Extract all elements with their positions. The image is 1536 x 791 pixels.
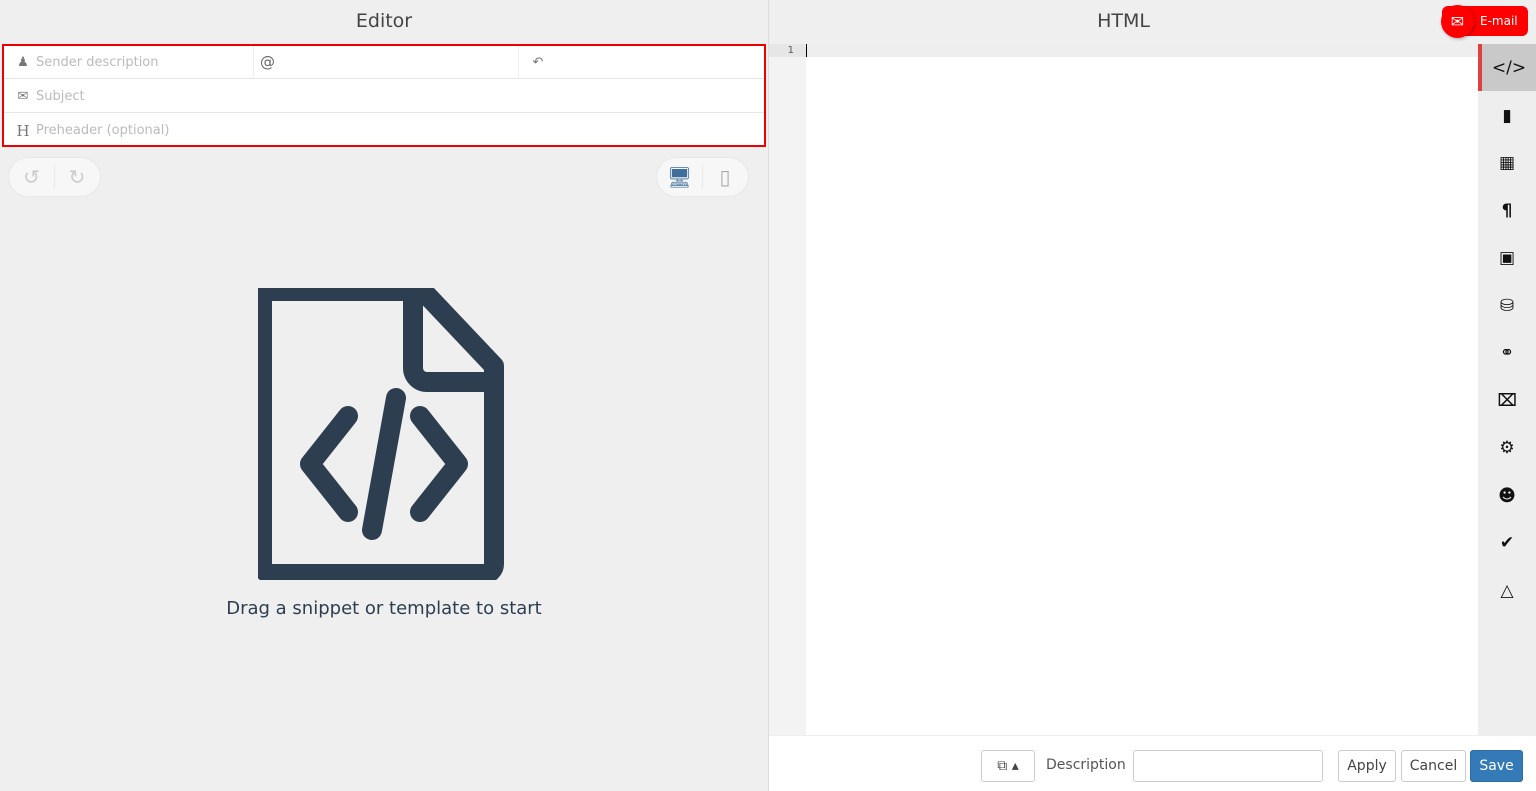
tool-sidebar: </> ▮ ▦ ¶ ▣ ⛁ ⚭ ⌧ ⚙ ☻ ✔ △: [1478, 44, 1536, 735]
reply-icon: ↶: [532, 54, 544, 70]
email-button[interactable]: ✉ E-mail: [1441, 4, 1528, 38]
file-icon[interactable]: ▮: [1478, 92, 1536, 139]
link-icon[interactable]: ⚭: [1478, 329, 1536, 376]
code-icon[interactable]: </>: [1478, 44, 1536, 91]
desktop-view-button[interactable]: 🖥: [657, 165, 702, 189]
device-toggle: 🖥 ▯: [657, 158, 748, 196]
html-title: HTML: [1097, 10, 1150, 32]
code-file-icon: [258, 288, 504, 580]
line-gutter: 1: [769, 44, 806, 735]
active-line: [806, 44, 1478, 57]
redo-button[interactable]: ↻: [54, 165, 99, 189]
image-icon[interactable]: ▣: [1478, 234, 1536, 281]
at-label: @: [260, 53, 275, 71]
copy-icon: ⧉ ▴: [997, 758, 1019, 774]
paragraph-icon[interactable]: ¶: [1478, 187, 1536, 234]
html-code-editor[interactable]: [806, 44, 1478, 735]
mobile-view-button[interactable]: ▯: [702, 165, 747, 189]
database-icon[interactable]: ⛁: [1478, 282, 1536, 329]
users-icon[interactable]: ☻: [1478, 472, 1536, 519]
flask-icon[interactable]: △: [1478, 567, 1536, 614]
envelope-icon: ✉: [1441, 4, 1474, 38]
history-controls: ↺ ↻: [9, 158, 100, 196]
apply-button[interactable]: Apply: [1338, 750, 1396, 782]
sender-description-input[interactable]: Sender description: [36, 55, 159, 70]
heading-icon: H: [16, 121, 30, 140]
undo-button[interactable]: ↺: [9, 165, 54, 189]
empty-state-message: Drag a snippet or template to start: [226, 598, 542, 619]
check-icon[interactable]: ✔: [1478, 519, 1536, 566]
user-icon: ♟: [17, 54, 29, 70]
settings-icon[interactable]: ⚙: [1478, 424, 1536, 471]
copy-dropdown-button[interactable]: ⧉ ▴: [981, 750, 1035, 782]
description-input[interactable]: [1133, 750, 1323, 782]
sender-email-input[interactable]: @: [254, 46, 519, 78]
editor-title: Editor: [355, 10, 413, 32]
grid-icon[interactable]: ▦: [1478, 139, 1536, 186]
reply-to-input[interactable]: ↶: [519, 46, 764, 78]
envelope-icon: ✉: [17, 88, 29, 104]
save-button[interactable]: Save: [1470, 750, 1523, 782]
preheader-input[interactable]: Preheader (optional): [36, 123, 169, 138]
line-number: 1: [769, 44, 806, 57]
subject-input[interactable]: Subject: [36, 89, 85, 104]
email-label: E-mail: [1480, 14, 1518, 28]
description-label: Description: [1046, 757, 1126, 773]
rss-icon[interactable]: ⌧: [1478, 377, 1536, 424]
cancel-button[interactable]: Cancel: [1401, 750, 1466, 782]
email-header-form: ♟ Sender description @ ↶ ✉ Subject H Prehea…: [2, 44, 766, 147]
